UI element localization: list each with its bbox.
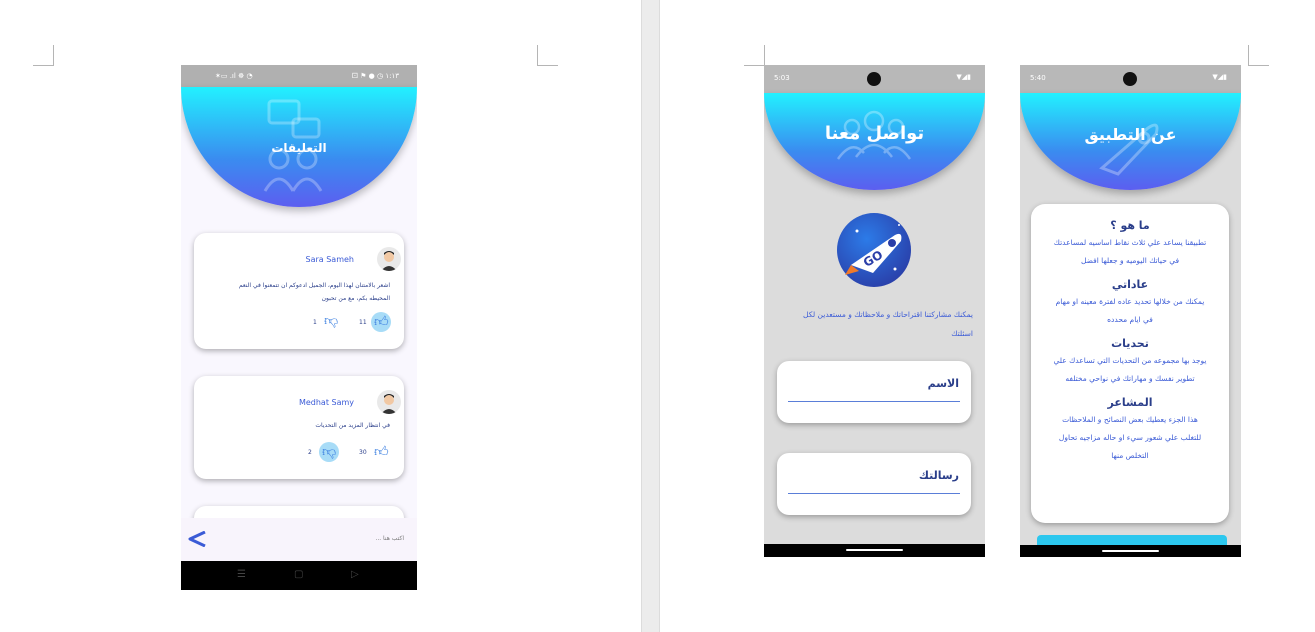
corner-mark xyxy=(33,45,54,66)
status-time: 5:40 xyxy=(1030,74,1046,82)
comment-card: Medhat Samy في انتظار المزيد من التحديات… xyxy=(194,376,404,479)
status-bar: 5:03 ▼◢▮ xyxy=(764,65,985,93)
comment-input[interactable]: اكتب هنا ... xyxy=(375,535,404,542)
gesture-bar-area xyxy=(1020,545,1241,557)
status-bar: 5:40 ▼◢▮ xyxy=(1020,65,1241,93)
avatar xyxy=(377,390,401,414)
message-underline xyxy=(788,493,960,494)
status-bar: ✶▭ .ıl ☸ ◔ ⚀ ⚑ ● ◷ ١:١٣ xyxy=(181,65,417,87)
comment-author: Medhat Samy xyxy=(298,398,354,407)
comment-card: Sara Sameh اشعر بالامتنان لهذا اليوم، ال… xyxy=(194,233,404,349)
menu-icon[interactable]: ☰ xyxy=(237,569,246,580)
avatar xyxy=(377,247,401,271)
section-challenges: تحديات يوجد بها مجموعه من التحديات التي … xyxy=(1035,335,1225,388)
thumb-down-icon[interactable]: 👎︎ xyxy=(322,443,336,460)
app-logo: GO xyxy=(837,213,911,287)
send-arrow-icon[interactable] xyxy=(188,531,206,547)
about-card: ما هو ؟ تطبيقنا يساعد علي ثلاث نقاط اساس… xyxy=(1031,204,1229,523)
comments-screen: ✶▭ .ıl ☸ ◔ ⚀ ⚑ ● ◷ ١:١٣ التعليقات Sara S… xyxy=(181,65,417,590)
corner-mark xyxy=(1248,45,1269,66)
page-title: تواصل معنا xyxy=(824,123,925,144)
section-feelings: المشاعر هذا الجزء يعطيك بعض النصائح و ال… xyxy=(1035,394,1225,465)
camera-cutout xyxy=(867,72,881,86)
section-habits: عاداتي يمكنك من خلالها تحديد عاده لفترة … xyxy=(1035,276,1225,329)
home-indicator[interactable] xyxy=(1102,550,1159,552)
system-nav-bar: ☰ ▢ ▷ xyxy=(181,561,417,590)
status-time: 5:03 xyxy=(774,74,790,82)
section-heading: تحديات xyxy=(1111,337,1149,350)
rocket-watermark-icon xyxy=(1099,123,1159,176)
corner-mark xyxy=(744,45,765,66)
comment-input-bar: اكتب هنا ... xyxy=(181,518,417,561)
name-underline xyxy=(788,401,960,402)
about-screen: 5:40 ▼◢▮ عن التطبيق ما هو ؟ تطبيقنا يساع… xyxy=(1020,65,1241,557)
contact-description: يمكنك مشاركتنا اقتراحاتك و ملاحظاتك و مس… xyxy=(803,310,973,338)
status-left: ✶▭ .ıl ☸ ◔ xyxy=(215,72,253,80)
comment-text: في انتظار المزيد من التحديات xyxy=(315,422,390,429)
comment-author: Sara Sameh xyxy=(305,255,354,264)
comment-text: اشعر بالامتنان لهذا اليوم، الجميل ادعوكم… xyxy=(238,282,390,302)
status-icons: ▼◢▮ xyxy=(1212,73,1227,81)
person-icon xyxy=(381,394,397,414)
thumb-up-icon[interactable]: 👍︎ xyxy=(374,313,389,330)
section-what: ما هو ؟ تطبيقنا يساعد علي ثلاث نقاط اساس… xyxy=(1035,217,1225,270)
likes-count: 30 xyxy=(359,449,367,456)
name-label: الاسم xyxy=(927,377,959,390)
dislikes-count: 1 xyxy=(313,319,317,326)
person-icon xyxy=(381,251,397,271)
section-heading: ما هو ؟ xyxy=(1110,219,1150,232)
back-icon[interactable]: ▷ xyxy=(351,569,359,580)
contact-screen: 5:03 ▼◢▮ تواصل معنا GO يمكنك مشاركتنا اق… xyxy=(764,65,985,557)
section-heading: المشاعر xyxy=(1107,396,1153,409)
dislikes-count: 2 xyxy=(308,449,312,456)
name-field[interactable]: الاسم xyxy=(777,361,971,423)
message-field[interactable]: رسالتك xyxy=(777,453,971,515)
status-right: ⚀ ⚑ ● ◷ ١:١٣ xyxy=(351,72,399,80)
page-title: التعليقات xyxy=(271,141,327,155)
status-icons: ▼◢▮ xyxy=(956,73,971,81)
camera-cutout xyxy=(1123,72,1137,86)
gesture-bar-area xyxy=(764,544,985,557)
section-heading: عاداتي xyxy=(1111,278,1149,291)
home-indicator[interactable] xyxy=(846,549,903,551)
corner-mark xyxy=(537,45,558,66)
thumb-down-icon[interactable]: 👎︎ xyxy=(324,312,338,329)
thumb-up-icon[interactable]: 👍︎ xyxy=(374,443,389,460)
likes-count: 11 xyxy=(359,319,367,326)
home-icon[interactable]: ▢ xyxy=(294,569,303,580)
page-title: عن التطبيق xyxy=(1084,125,1177,144)
page-separator xyxy=(641,0,660,632)
about-content: ما هو ؟ تطبيقنا يساعد علي ثلاث نقاط اساس… xyxy=(1035,217,1225,465)
message-label: رسالتك xyxy=(918,469,959,482)
rocket-icon: GO xyxy=(845,224,902,275)
